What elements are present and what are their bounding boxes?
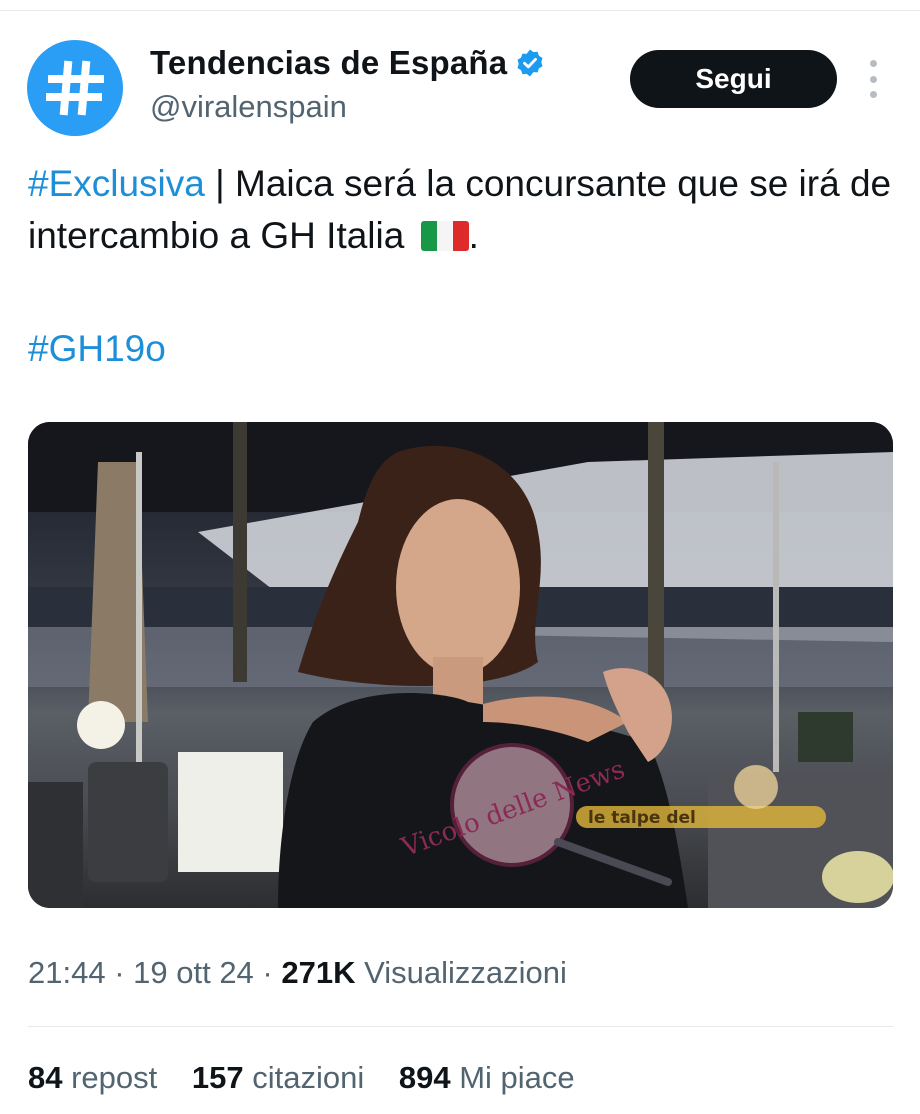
reposts-count: 84 xyxy=(28,1060,63,1095)
quotes-stat[interactable]: 157 citazioni xyxy=(192,1060,364,1095)
stats-divider xyxy=(28,1026,893,1027)
display-name[interactable]: Tendencias de España xyxy=(150,44,507,82)
photo-scene: Vicolo delle News le talpe del xyxy=(28,422,893,908)
hashtag-icon xyxy=(46,60,104,116)
name-row: Tendencias de España xyxy=(150,44,545,82)
likes-count: 894 xyxy=(398,1060,451,1095)
likes-stat[interactable]: 894 Mi piace xyxy=(399,1060,575,1095)
views-label: Visualizzazioni xyxy=(355,955,567,990)
tweet-time[interactable]: 21:44 xyxy=(28,955,106,990)
top-divider xyxy=(0,10,920,11)
hashtag-exclusiva[interactable]: #Exclusiva xyxy=(28,163,205,204)
follow-button[interactable]: Segui xyxy=(630,50,837,108)
watermark-banner-text: le talpe del xyxy=(588,808,696,828)
quotes-label: citazioni xyxy=(243,1060,365,1095)
tweet-text: #Exclusiva | Maica será la concursante q… xyxy=(28,158,898,262)
tweet-meta: 21:44 · 19 ott 24 · 271K Visualizzazioni xyxy=(28,955,567,991)
meta-separator: · xyxy=(105,955,134,990)
more-vertical-icon[interactable] xyxy=(862,60,884,98)
avatar[interactable] xyxy=(27,40,123,136)
verified-badge-icon xyxy=(517,49,543,77)
meta-separator: · xyxy=(253,955,282,990)
reposts-label: repost xyxy=(62,1060,158,1095)
quotes-count: 157 xyxy=(191,1060,244,1095)
likes-label: Mi piace xyxy=(450,1060,575,1095)
italy-flag-icon xyxy=(420,221,469,251)
handle[interactable]: @viralenspain xyxy=(150,89,347,125)
reposts-stat[interactable]: 84 repost xyxy=(28,1060,157,1095)
tweet-date[interactable]: 19 ott 24 xyxy=(133,955,254,990)
hashtag-gh19o[interactable]: #GH19o xyxy=(28,328,166,370)
tweet-photo[interactable]: Vicolo delle News le talpe del xyxy=(28,422,893,908)
tweet-period: . xyxy=(468,215,479,256)
engagement-stats: 84 repost 157 citazioni 894 Mi piace xyxy=(28,1060,601,1096)
views-count: 271K xyxy=(281,955,356,990)
